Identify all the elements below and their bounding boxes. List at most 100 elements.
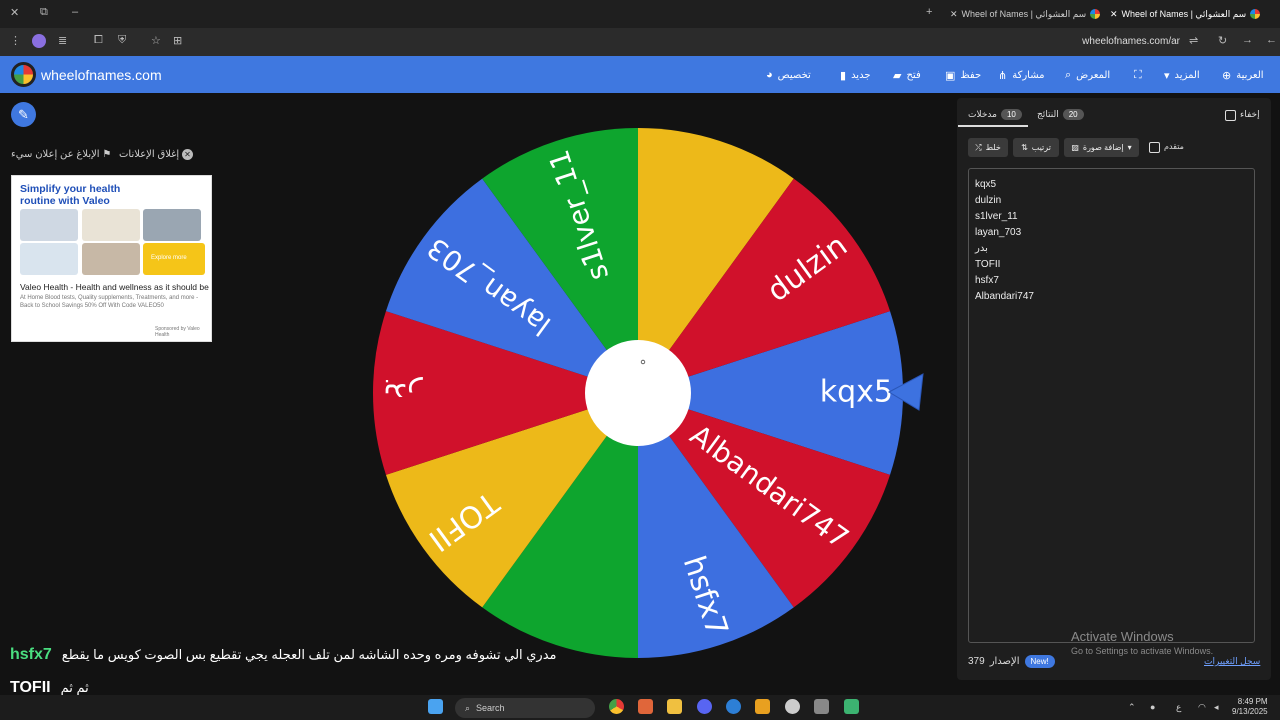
browser-tab-2[interactable]: ✕ Wheel of Names | سم العشوائي	[1110, 4, 1261, 24]
menu-label: المزيد	[1174, 70, 1200, 81]
wheel-favicon-icon	[1250, 9, 1261, 19]
report-ad-link[interactable]: الإبلاغ عن إعلان سيء ⚑	[11, 149, 111, 160]
shield-icon[interactable]: ⛨	[118, 34, 126, 47]
minimize-window-icon[interactable]: –	[72, 6, 78, 18]
site-settings-icon[interactable]: ⇌	[1189, 34, 1198, 47]
caption-text: ثم ثم	[60, 680, 89, 695]
microphone-icon[interactable]: ●	[1150, 702, 1155, 712]
search-icon: ⌕	[1065, 69, 1072, 81]
address-bar[interactable]: wheelofnames.com/ar	[1082, 36, 1180, 47]
close-tab-icon[interactable]: ✕	[950, 9, 958, 20]
close-tab-icon[interactable]: ✕	[1110, 9, 1118, 20]
menu-customize[interactable]: ◕ تخصيص	[766, 69, 811, 81]
activate-windows-title: Activate Windows	[1071, 629, 1174, 644]
caption-line-1: hsfx7 مدري الي تشوفه ومره وحده الشاشه لم…	[10, 646, 557, 664]
ad-image	[20, 243, 78, 275]
menu-gallery[interactable]: ⌕ المعرض	[1065, 69, 1110, 82]
app-icon[interactable]	[755, 699, 770, 714]
brand-name[interactable]: wheelofnames.com	[41, 67, 162, 83]
bookmark-star-icon[interactable]: ☆	[151, 34, 161, 47]
menu-dots-icon[interactable]: ⋮	[10, 34, 21, 47]
ad-cta-button[interactable]: Explore more	[143, 243, 205, 275]
close-ads-link[interactable]: إغلاق الإعلانات ✕	[119, 149, 193, 160]
caption-name: hsfx7	[10, 646, 52, 663]
edit-button[interactable]: ✎	[11, 102, 36, 127]
menu-open[interactable]: ▰ فتح	[893, 69, 921, 82]
ad-image	[20, 209, 78, 241]
taskbar-search[interactable]: ⌕ Search	[455, 698, 595, 718]
shuffle-icon: ⤮	[975, 142, 982, 152]
menu-language[interactable]: ⊕ العربية	[1222, 69, 1264, 82]
reload-icon[interactable]: ↻	[1218, 34, 1227, 47]
wheel-segment-label: kqx5	[820, 375, 893, 410]
menu-new[interactable]: ▮ جديد	[840, 69, 871, 82]
app-icon[interactable]	[726, 699, 741, 714]
file-explorer-icon[interactable]	[667, 699, 682, 714]
share-icon: ⋔	[998, 70, 1008, 82]
app-icon[interactable]	[844, 699, 859, 714]
close-circle-icon: ✕	[181, 149, 193, 160]
new-badge[interactable]: New!	[1024, 655, 1055, 668]
folder-icon: ▰	[893, 70, 902, 82]
wheel-center[interactable]	[585, 340, 691, 446]
clock-date: 9/13/2025	[1232, 707, 1268, 716]
app-icon[interactable]	[785, 699, 800, 714]
menu-save[interactable]: ▣ حفظ	[945, 69, 981, 82]
new-tab-button[interactable]: +	[926, 6, 932, 18]
extensions-icon[interactable]: ⧠	[94, 34, 103, 47]
reading-list-icon[interactable]: ≣	[58, 34, 67, 47]
tab-results[interactable]: النتائج 20	[1037, 109, 1084, 120]
flag-icon: ⚑	[102, 149, 112, 160]
wheel-pointer-icon	[887, 373, 924, 411]
discord-icon[interactable]	[697, 699, 712, 714]
close-window-icon[interactable]: ✕	[10, 6, 19, 19]
fullscreen-button[interactable]: ⛶	[1134, 69, 1142, 82]
entries-textarea[interactable]: kqx5 dulzin s1lver_11 layan_703 بدر TOFI…	[968, 168, 1255, 643]
list-item: s1lver_11	[975, 211, 1018, 222]
install-app-icon[interactable]: ⊞	[173, 34, 182, 47]
browser-tab-1[interactable]: ✕ Wheel of Names | سم العشوائي	[950, 4, 1101, 24]
menu-label: العربية	[1236, 70, 1264, 81]
ad-sponsor: Sponsored by Valeo Health	[155, 326, 200, 338]
ad-image	[143, 209, 201, 241]
menu-label: حفظ	[960, 70, 982, 81]
back-icon[interactable]: ←	[1266, 34, 1277, 46]
shuffle-button[interactable]: ⤮ خلط	[968, 138, 1008, 157]
chrome-icon[interactable]	[609, 699, 624, 714]
volume-icon[interactable]: ◂	[1214, 702, 1219, 713]
windows-start-icon[interactable]	[428, 699, 443, 714]
results-count-badge: 20	[1062, 109, 1084, 120]
changelog-link[interactable]: سجل التغييرات	[1204, 656, 1260, 667]
ad-banner[interactable]: Simplify your health routine with Valeo …	[11, 175, 212, 342]
wifi-icon[interactable]: ◠	[1198, 702, 1206, 713]
app-icon[interactable]	[814, 699, 829, 714]
add-image-button[interactable]: ▨ إضافة صورة ▾	[1064, 138, 1139, 157]
pencil-icon: ✎	[18, 106, 29, 122]
restore-window-icon[interactable]: ⧉	[40, 6, 48, 19]
hide-label: إخفاء	[1240, 109, 1260, 119]
advanced-label: متقدم	[1164, 142, 1184, 151]
image-icon: ▨	[1071, 143, 1079, 152]
browser-toolbar: ⋮ ≣ ⧠ ⛨ ☆ ⊞ wheelofnames.com/ar ⇌ ↻ → ←	[0, 28, 1280, 56]
forward-icon[interactable]: →	[1242, 34, 1253, 46]
spinning-wheel[interactable]: kqx5Albandari747hsfx7TOFIIبدرlayan_703s1…	[370, 125, 906, 661]
close-ads-label: إغلاق الإعلانات	[119, 149, 180, 160]
list-item: Albandari747	[975, 291, 1034, 302]
menu-share[interactable]: ⋔ مشاركة	[998, 69, 1045, 82]
ad-image	[82, 209, 140, 241]
wheel-logo-icon[interactable]	[11, 62, 36, 87]
advanced-checkbox[interactable]	[1149, 142, 1160, 153]
shuffle-label: خلط	[985, 143, 1001, 152]
tray-chevron-icon[interactable]: ⌃	[1128, 702, 1136, 713]
tab-entries[interactable]: مدخلات 10	[968, 109, 1022, 120]
profile-icon[interactable]	[32, 34, 46, 48]
menu-label: فتح	[906, 70, 921, 81]
hide-checkbox[interactable]	[1225, 110, 1236, 121]
keyboard-language-icon[interactable]: ع	[1176, 702, 1181, 713]
menu-more[interactable]: ▾ المزيد	[1164, 69, 1200, 82]
tab-title: Wheel of Names | سم العشوائي	[1121, 8, 1247, 19]
app-icon[interactable]	[638, 699, 653, 714]
list-item: TOFII	[975, 259, 1001, 270]
sort-button[interactable]: ⇅ ترتيب	[1013, 138, 1059, 157]
taskbar-clock[interactable]: 8:49 PM 9/13/2025	[1232, 697, 1268, 717]
